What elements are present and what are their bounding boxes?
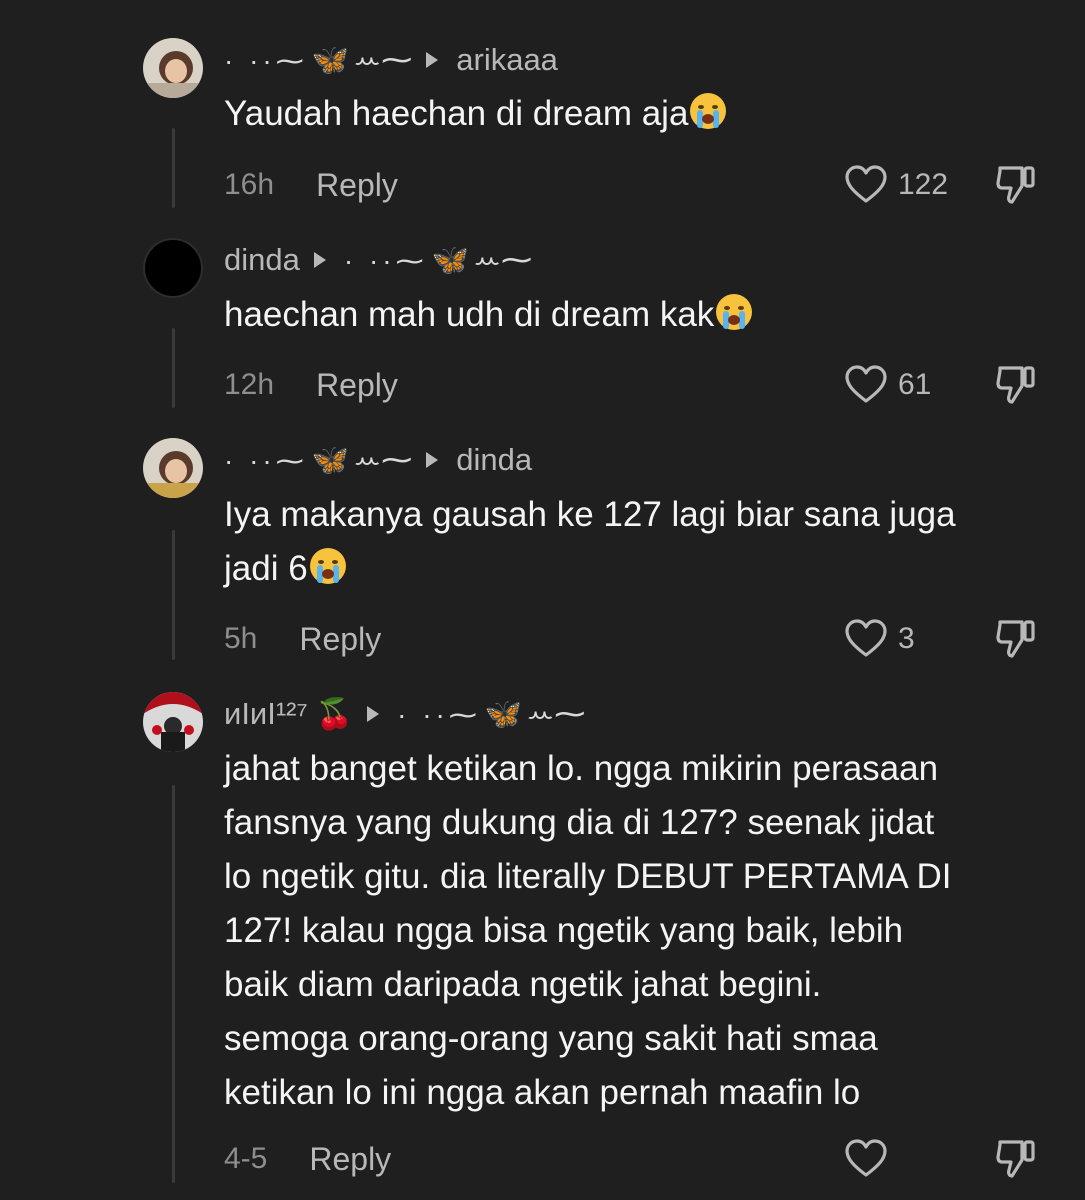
heart-outline-icon [845, 365, 887, 403]
reply-to-name[interactable]: · ··⁓ 🦋 ꕀ⁓ [397, 696, 585, 733]
like-button[interactable]: 122 [844, 165, 948, 205]
comment-header: · ··⁓ 🦋 ꕀ⁓ dinda [224, 440, 532, 480]
thread-line [172, 785, 175, 1183]
reply-arrow-icon [313, 252, 326, 268]
crying-face-icon [690, 93, 727, 129]
like-count: 122 [898, 168, 949, 201]
reply-to-name[interactable]: dinda [456, 442, 532, 478]
reply-button[interactable]: Reply [309, 1141, 391, 1178]
reply-arrow-icon [426, 52, 439, 68]
reply-button[interactable]: Reply [299, 621, 381, 658]
thread-line [172, 530, 175, 660]
heart-outline-icon [845, 165, 887, 203]
reply-arrow-icon [426, 452, 439, 468]
timestamp: 4-5 [224, 1142, 268, 1175]
author-name[interactable]: dinda [224, 242, 300, 278]
comment-text: haechan mah udh di dream kak [224, 288, 1054, 342]
timestamp: 12h [224, 368, 275, 401]
thumbs-down-icon[interactable] [994, 616, 1038, 660]
comment-text: Yaudah haechan di dream aja [224, 87, 1054, 141]
heart-outline-icon [845, 1139, 887, 1177]
comment-text: Iya makanya gausah ke 127 lagi biar sana… [224, 495, 956, 588]
thumbs-down-icon[interactable] [994, 362, 1038, 406]
like-button[interactable] [844, 1139, 898, 1179]
crying-face-icon [716, 294, 753, 330]
reply-button[interactable]: Reply [316, 167, 398, 204]
butterfly-icon: 🦋 [431, 243, 469, 277]
like-button[interactable]: 3 [844, 619, 915, 659]
timestamp: 5h [224, 622, 258, 655]
reply-button[interactable]: Reply [316, 367, 398, 404]
crying-face-icon [309, 548, 346, 584]
thread-line [172, 328, 175, 408]
like-button[interactable]: 61 [844, 365, 931, 405]
like-count: 61 [898, 368, 932, 401]
comment-meta: 5h Reply 3 [224, 614, 1054, 664]
avatar[interactable] [143, 238, 203, 298]
like-count: 3 [898, 622, 915, 655]
avatar[interactable] [143, 692, 203, 752]
reply-arrow-icon [367, 706, 380, 722]
comment-text: jahat banget ketikan lo. ngga mikirin pe… [224, 749, 952, 1112]
comment-header: dinda · ··⁓ 🦋 ꕀ⁓ [224, 240, 532, 280]
timestamp: 16h [224, 168, 275, 201]
thumbs-down-icon[interactable] [994, 162, 1038, 206]
comment-header: · ··⁓ 🦋 ꕀ⁓ arikaaa [224, 40, 558, 80]
author-name[interactable]: ᴎIᴎI¹²⁷ [224, 696, 308, 732]
butterfly-icon: 🦋 [311, 43, 350, 77]
comment-meta: 4-5 Reply [224, 1134, 1054, 1184]
author-name[interactable]: · ··⁓ 🦋 ꕀ⁓ [224, 442, 412, 479]
avatar[interactable] [143, 438, 203, 498]
author-name[interactable]: · ··⁓ 🦋 ꕀ⁓ [224, 42, 412, 79]
avatar[interactable] [143, 38, 203, 98]
cherry-icon: 🍒 [315, 697, 354, 731]
butterfly-icon: 🦋 [311, 443, 350, 477]
thumbs-down-icon[interactable] [994, 1136, 1038, 1180]
heart-outline-icon [845, 619, 887, 657]
butterfly-icon: 🦋 [484, 697, 523, 731]
comment-meta: 16h Reply 122 [224, 160, 1054, 210]
thread-line [172, 128, 175, 208]
comment-header: ᴎIᴎI¹²⁷ 🍒 · ··⁓ 🦋 ꕀ⁓ [224, 694, 585, 734]
comment-meta: 12h Reply 61 [224, 360, 1054, 410]
reply-to-name[interactable]: · ··⁓ 🦋 ꕀ⁓ [344, 242, 532, 279]
reply-to-name[interactable]: arikaaa [456, 42, 558, 78]
